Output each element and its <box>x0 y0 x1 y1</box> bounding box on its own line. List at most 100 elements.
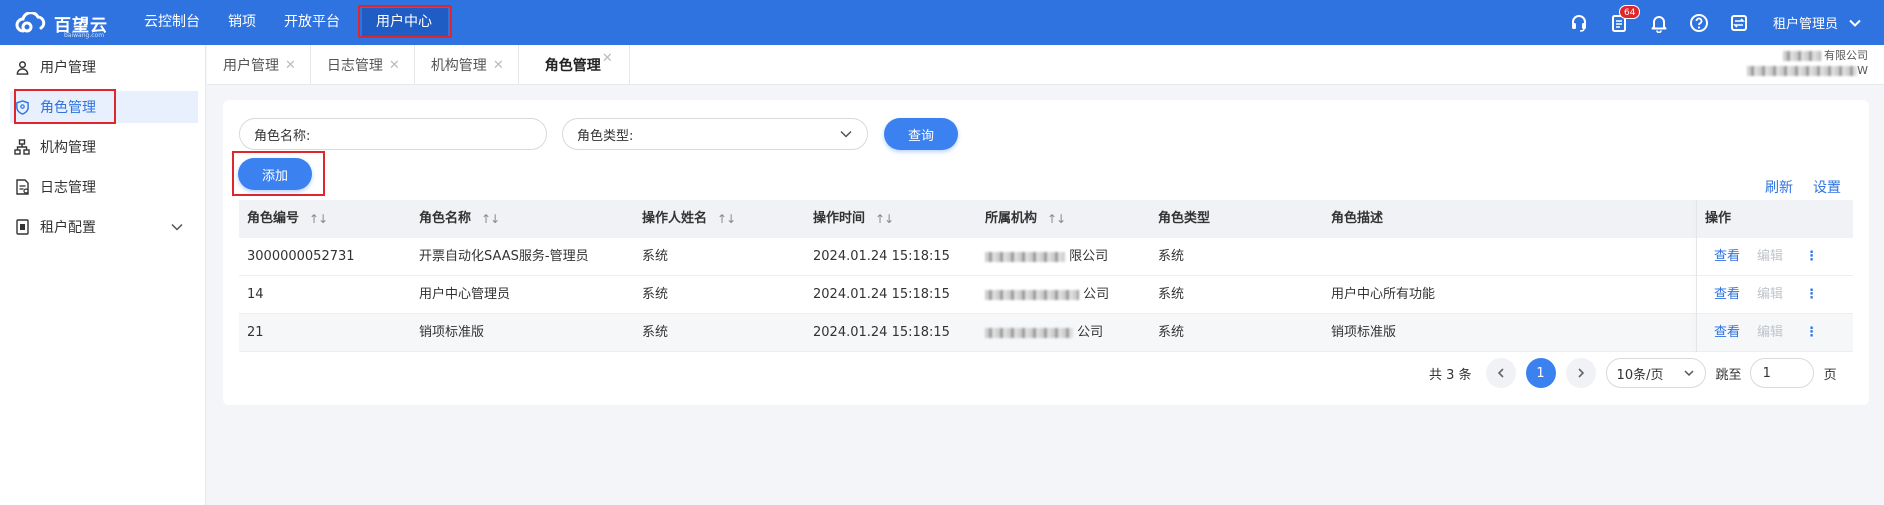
view-link[interactable]: 查看 <box>1714 238 1740 276</box>
help-question-icon[interactable] <box>1679 0 1719 45</box>
logo-subtext: baiwang.com <box>64 32 105 39</box>
cell-role-name: 开票自动化SAAS服务-管理员 <box>419 249 589 264</box>
role-type-select[interactable]: 角色类型: <box>562 118 868 150</box>
cell-operator: 系统 <box>642 325 669 340</box>
cloud-logo-icon <box>15 12 46 33</box>
topnav-open-platform[interactable]: 开放平台 <box>270 0 354 45</box>
page-number-current[interactable]: 1 <box>1525 358 1556 388</box>
more-vertical-icon[interactable]: ⋮ <box>1805 276 1818 314</box>
document-list-icon[interactable]: 64 <box>1599 0 1641 45</box>
page-size-select[interactable]: 10条/页 <box>1605 358 1706 388</box>
sidebar-item-log-management[interactable]: 日志管理 <box>0 167 206 207</box>
cell-operator: 系统 <box>642 287 669 302</box>
refresh-link[interactable]: 刷新 <box>1765 177 1793 197</box>
user-icon <box>14 59 30 75</box>
tab-org-management[interactable]: 机构管理 ✕ <box>415 45 519 85</box>
switch-app-icon[interactable] <box>1719 0 1759 45</box>
cell-org: 公司 <box>985 314 1103 352</box>
tenant-name: 有限公司 <box>1824 49 1868 62</box>
org-tree-icon <box>14 139 30 155</box>
sort-icon[interactable]: ↑↓ <box>875 200 894 238</box>
cell-org: 公司 <box>985 276 1109 314</box>
table-row: 3000000052731 开票自动化SAAS服务-管理员 系统 2024.01… <box>239 238 1853 276</box>
close-icon[interactable]: ✕ <box>602 51 613 66</box>
view-link[interactable]: 查看 <box>1714 276 1740 314</box>
chevron-down-icon <box>840 130 852 138</box>
logo[interactable]: 百望云 baiwang.com <box>14 10 108 39</box>
role-name-label: 角色名称: <box>254 128 311 144</box>
top-bar: 百望云 baiwang.com 云控制台 销项 开放平台 用户中心 64 租户管… <box>0 0 1884 45</box>
table-header: 角色编号 ↑↓ 角色名称 ↑↓ 操作人姓名 ↑↓ 操作时间 ↑↓ 所属机构 ↑↓ 角色类型… <box>239 200 1853 238</box>
column-header-actions: 操作 <box>1705 211 1732 226</box>
close-icon[interactable]: ✕ <box>285 58 296 73</box>
cell-operate-time: 2024.01.24 15:18:15 <box>813 287 950 302</box>
tab-user-management[interactable]: 用户管理 ✕ <box>207 45 311 85</box>
cell-role-id: 3000000052731 <box>247 249 355 264</box>
tab-log-management[interactable]: 日志管理 ✕ <box>311 45 415 85</box>
column-header-role-type: 角色类型 <box>1158 211 1211 226</box>
column-header-operate-time[interactable]: 操作时间 ↑↓ <box>813 200 894 238</box>
user-menu[interactable]: 租户管理员 <box>1759 13 1884 32</box>
sort-icon[interactable]: ↑↓ <box>717 200 736 238</box>
fixed-column-divider <box>1696 200 1697 352</box>
sidebar-item-label: 租户配置 <box>40 220 96 236</box>
chevron-left-icon <box>1497 368 1504 378</box>
settings-document-icon <box>14 219 30 235</box>
page-suffix-label: 页 <box>1823 367 1837 383</box>
goto-label: 跳至 <box>1715 367 1742 383</box>
role-name-search-input[interactable]: 角色名称: <box>239 118 547 150</box>
bell-icon[interactable] <box>1639 0 1679 45</box>
table-row: 14 用户中心管理员 系统 2024.01.24 15:18:15 公司 系统 … <box>239 276 1853 314</box>
sort-icon[interactable]: ↑↓ <box>1047 200 1066 238</box>
next-page-button[interactable] <box>1565 358 1596 388</box>
topnav-user-center[interactable]: 用户中心 <box>354 0 452 45</box>
total-count: 共 3 条 <box>1429 367 1472 383</box>
query-button[interactable]: 查询 <box>884 118 958 150</box>
more-vertical-icon[interactable]: ⋮ <box>1805 238 1818 276</box>
tenant-info: 有限公司 W <box>1718 48 1868 78</box>
cell-role-type: 系统 <box>1158 287 1185 302</box>
cell-role-desc: 销项标准版 <box>1331 325 1397 340</box>
column-header-operator[interactable]: 操作人姓名 ↑↓ <box>642 200 736 238</box>
edit-link-disabled: 编辑 <box>1757 325 1784 340</box>
close-icon[interactable]: ✕ <box>493 58 504 73</box>
topnav-output-invoice[interactable]: 销项 <box>214 0 270 45</box>
table-row: 21 销项标准版 系统 2024.01.24 15:18:15 公司 系统 销项… <box>239 314 1853 352</box>
view-link[interactable]: 查看 <box>1714 314 1740 352</box>
column-header-org[interactable]: 所属机构 ↑↓ <box>985 200 1066 238</box>
cell-role-id: 21 <box>247 325 264 340</box>
pagination: 共 3 条 1 10条/页 跳至 1 页 <box>1429 357 1837 389</box>
sidebar-item-org-management[interactable]: 机构管理 <box>0 127 206 167</box>
goto-page-input[interactable]: 1 <box>1749 358 1814 388</box>
sidebar-item-label: 机构管理 <box>40 140 96 156</box>
sidebar-item-tenant-config[interactable]: 租户配置 <box>0 207 206 247</box>
sort-icon[interactable]: ↑↓ <box>481 200 500 238</box>
tenant-code: W <box>1857 64 1868 77</box>
tab-role-management[interactable]: 角色管理 ✕ <box>519 45 630 85</box>
chevron-right-icon <box>1577 368 1584 378</box>
cell-role-name: 销项标准版 <box>419 325 485 340</box>
column-header-role-desc: 角色描述 <box>1331 211 1384 226</box>
more-vertical-icon[interactable]: ⋮ <box>1805 314 1818 352</box>
topnav-cloud-console[interactable]: 云控制台 <box>130 0 214 45</box>
topbar-actions: 64 租户管理员 <box>1559 0 1884 45</box>
column-header-role-id[interactable]: 角色编号 ↑↓ <box>247 200 328 238</box>
cell-role-name: 用户中心管理员 <box>419 287 511 302</box>
sidebar-item-label: 角色管理 <box>40 100 96 116</box>
close-icon[interactable]: ✕ <box>389 58 400 73</box>
cell-role-type: 系统 <box>1158 249 1185 264</box>
chevron-down-icon <box>1684 370 1694 377</box>
sidebar-item-user-management[interactable]: 用户管理 <box>0 47 206 87</box>
settings-link[interactable]: 设置 <box>1813 177 1841 197</box>
column-header-role-name[interactable]: 角色名称 ↑↓ <box>419 200 500 238</box>
log-document-icon <box>14 179 30 195</box>
sidebar-item-label: 日志管理 <box>40 180 96 196</box>
notification-badge: 64 <box>1618 5 1641 19</box>
headset-support-icon[interactable] <box>1559 0 1599 45</box>
prev-page-button[interactable] <box>1485 358 1516 388</box>
chevron-down-icon <box>171 223 183 231</box>
sort-icon[interactable]: ↑↓ <box>309 200 328 238</box>
sidebar-item-role-management[interactable]: 角色管理 <box>0 87 206 127</box>
redacted-text <box>1782 51 1821 61</box>
add-button[interactable]: 添加 <box>238 158 312 190</box>
